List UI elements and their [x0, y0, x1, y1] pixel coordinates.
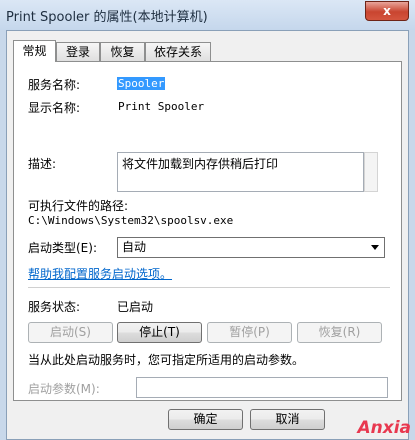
service-status-label: 服务状态:: [28, 300, 81, 314]
cancel-button[interactable]: 取消: [250, 409, 325, 430]
startup-type-select[interactable]: 自动: [117, 237, 385, 258]
resume-button[interactable]: 恢复(R): [297, 322, 382, 343]
exe-path-label: 可执行文件的路径:: [28, 199, 129, 213]
startup-type-value: 自动: [122, 240, 147, 254]
pause-button[interactable]: 暂停(P): [207, 322, 292, 343]
window-title: Print Spooler 的属性(本地计算机): [6, 10, 208, 25]
dialog-body: 常规 登录 恢复 依存关系 服务名称: Spooler 显示名称: Print …: [6, 30, 409, 440]
service-name-label: 服务名称:: [28, 78, 81, 92]
close-icon: x: [383, 4, 391, 18]
chevron-down-icon: [371, 245, 379, 250]
close-button[interactable]: x: [365, 1, 409, 21]
start-params-label: 启动参数(M):: [28, 382, 100, 396]
description-scrollbar[interactable]: [364, 152, 378, 192]
display-name-label: 显示名称:: [28, 101, 81, 115]
service-name-value[interactable]: Spooler: [117, 77, 166, 90]
stop-button[interactable]: 停止(T): [117, 322, 202, 343]
exe-path-value[interactable]: C:\Windows\System32\spoolsv.exe: [28, 214, 233, 227]
startup-type-label: 启动类型(E):: [28, 241, 97, 255]
start-button[interactable]: 启动(S): [28, 322, 113, 343]
display-name-value[interactable]: Print Spooler: [118, 100, 204, 113]
description-textbox[interactable]: 将文件加载到内存供稍后打印: [117, 152, 364, 192]
title-bar: Print Spooler 的属性(本地计算机) x: [0, 0, 415, 30]
help-configure-link[interactable]: 帮助我配置服务启动选项。: [28, 265, 172, 282]
tab-recovery[interactable]: 恢复: [100, 42, 145, 61]
watermark-logo: Anxia: [357, 418, 411, 438]
description-label: 描述:: [28, 157, 57, 171]
divider: [28, 287, 390, 288]
tab-general[interactable]: 常规: [13, 40, 56, 62]
tab-dependencies[interactable]: 依存关系: [145, 42, 211, 61]
general-panel: 服务名称: Spooler 显示名称: Print Spooler 描述: 将文…: [13, 61, 402, 401]
start-params-input[interactable]: [136, 377, 388, 398]
tab-logon[interactable]: 登录: [56, 42, 100, 61]
service-status-value: 已启动: [117, 300, 154, 314]
start-params-hint: 当从此处启动服务时，您可指定所适用的启动参数。: [28, 353, 305, 367]
ok-button[interactable]: 确定: [168, 409, 243, 430]
description-value: 将文件加载到内存供稍后打印: [122, 157, 279, 171]
